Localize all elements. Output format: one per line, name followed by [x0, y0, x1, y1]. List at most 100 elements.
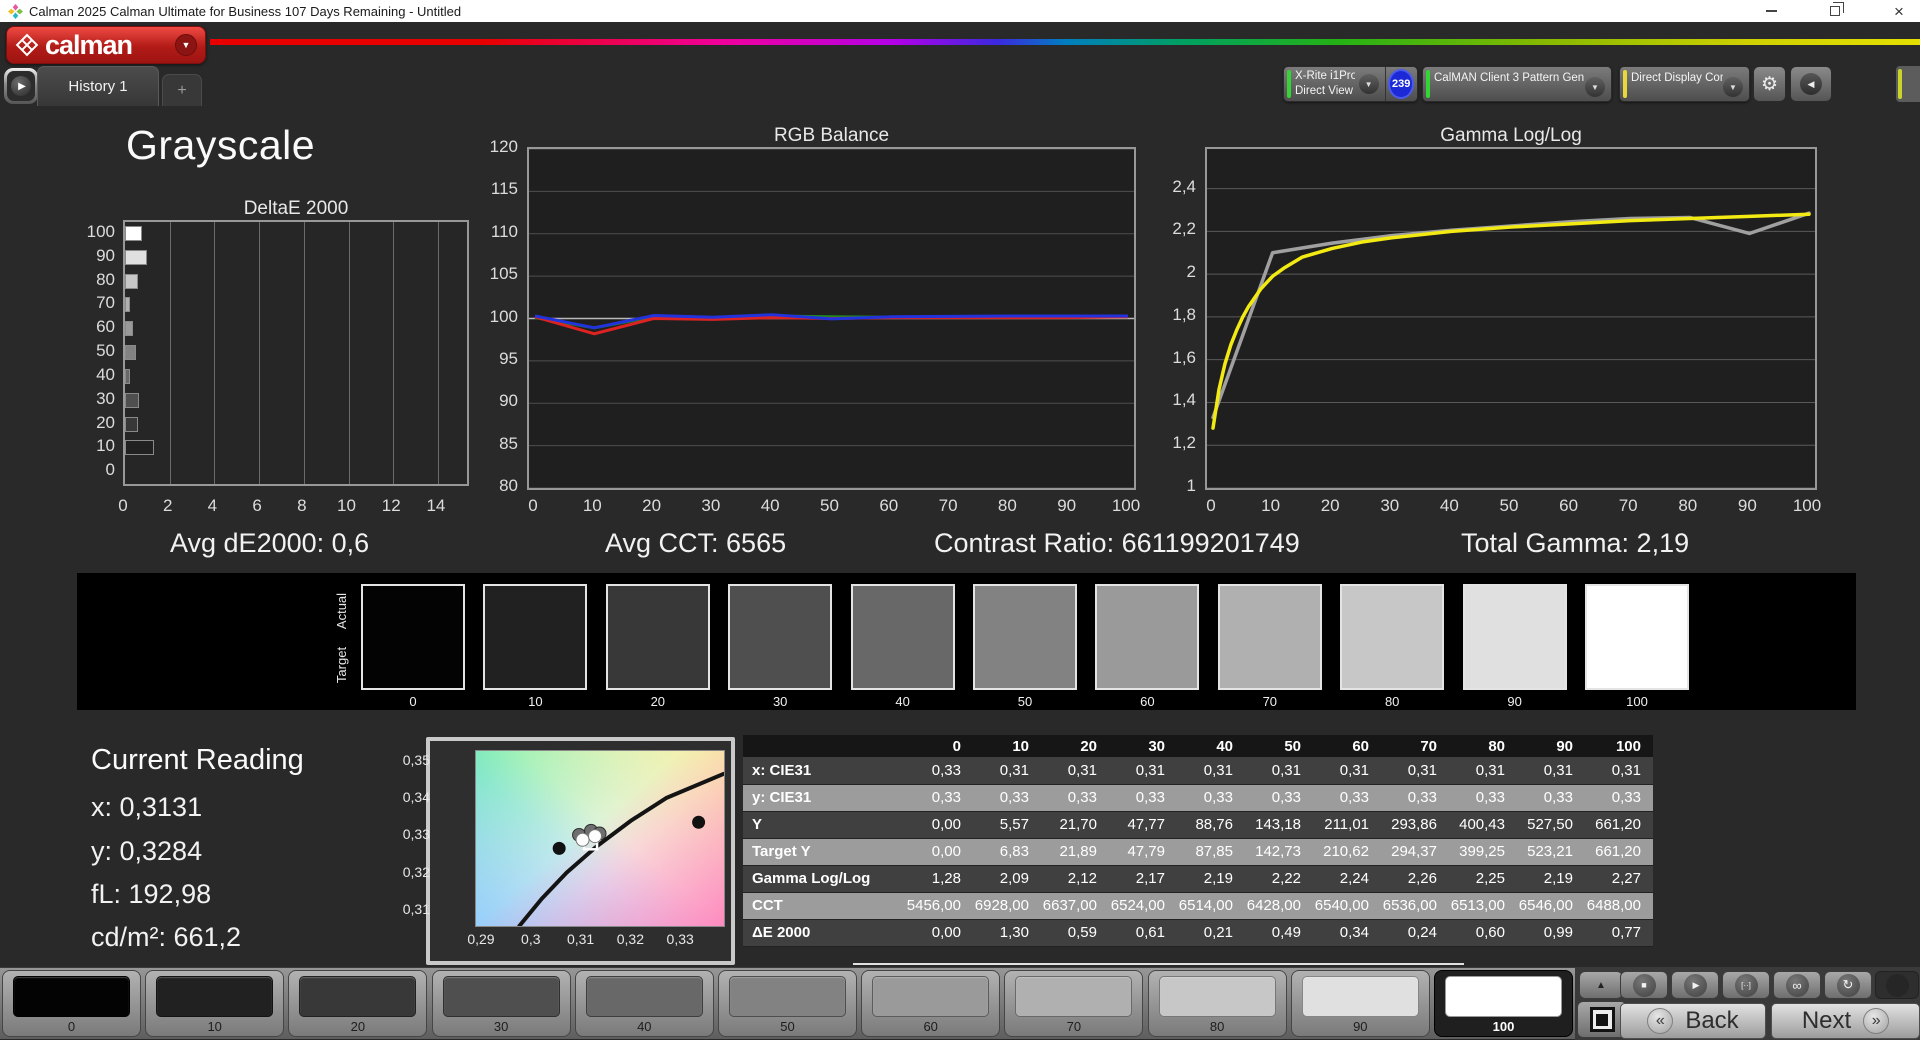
- meter-dropdown[interactable]: X-Rite i1Pro 2 Direct View ▼ 239: [1283, 66, 1418, 102]
- deltae-chart: [123, 220, 469, 486]
- pattern-level-label: 30: [493, 1019, 509, 1034]
- pattern-swatch: [299, 976, 417, 1017]
- restore-button[interactable]: [1824, 2, 1846, 20]
- add-tab-button[interactable]: +: [162, 74, 202, 106]
- calman-menu-button[interactable]: calman ▼: [6, 26, 206, 64]
- pattern-level-label: 0: [67, 1019, 76, 1034]
- pattern-swatch: [729, 976, 846, 1017]
- series-measure-button[interactable]: [··]: [1722, 971, 1770, 999]
- display-control-dropdown[interactable]: Direct Display Control ▼: [1619, 66, 1750, 102]
- strip-swatch-label: 90: [1507, 694, 1522, 709]
- pattern-level-label: 20: [350, 1019, 366, 1034]
- table-column-header: 40: [1177, 735, 1245, 757]
- measurement-table: 0 10 20 30 40 50 60 70 80 90 100 x: CIE31 0,33 0,31 0,…: [743, 735, 1653, 947]
- play-measure-button[interactable]: ▶: [1671, 971, 1719, 999]
- strip-target-label: Target: [334, 646, 349, 684]
- back-label: Back: [1685, 1007, 1739, 1034]
- pattern-level-button-0[interactable]: 0: [2, 970, 141, 1037]
- pattern-level-button-80[interactable]: 80: [1147, 970, 1287, 1037]
- table-column-header: 60: [1313, 735, 1381, 757]
- pattern-swatch: [585, 976, 703, 1017]
- minimize-button[interactable]: [1760, 2, 1782, 20]
- calman-diamond-icon: [15, 33, 39, 57]
- pattern-level-button-20[interactable]: 20: [288, 970, 428, 1037]
- pattern-swatch: [1445, 976, 1562, 1017]
- gamma-y-axis: 2,4 2,2 2 1,8 1,6 1,4 1,2 1: [1172, 176, 1196, 495]
- pattern-level-label: 100: [1492, 1019, 1515, 1034]
- cie-chart: [475, 750, 726, 928]
- pattern-level-label: 70: [1066, 1019, 1082, 1034]
- back-button[interactable]: « Back: [1620, 1003, 1766, 1039]
- table-bottom-edge: [853, 963, 1464, 965]
- strip-swatch-20: [605, 584, 710, 690]
- table-row: CCT 5456,00 6928,00 6637,00 6524,00 6514,00 64…: [743, 892, 1653, 920]
- pattern-level-button-40[interactable]: 40: [574, 970, 714, 1037]
- chevron-down-icon: ▼: [1358, 74, 1379, 94]
- chevron-left-icon: «: [1647, 1008, 1674, 1034]
- strip-swatch-label: 0: [409, 694, 417, 709]
- pattern-level-button-100[interactable]: 100: [1434, 970, 1573, 1037]
- next-button[interactable]: Next »: [1771, 1003, 1920, 1039]
- table-row: Gamma Log/Log 1,28 2,09 2,12 2,17 2,19 2,22 2,2…: [743, 865, 1653, 893]
- strip-swatch-label: 80: [1384, 694, 1400, 709]
- display-control-name: Direct Display Control: [1631, 72, 1723, 84]
- contrast-ratio-stat: Contrast Ratio: 661199201749: [934, 528, 1300, 558]
- meter-reading-badge[interactable]: 239: [1388, 69, 1414, 99]
- table-row: ΔE 2000 0,00 1,30 0,59 0,61 0,21 0,49 0,34 0,24 0…: [743, 919, 1653, 947]
- app-canvas: calman ▼ ▶ History 1 + X-Rite i1Pro 2 Di…: [0, 22, 1920, 1040]
- avg-cct-stat: Avg CCT: 6565: [605, 528, 787, 558]
- pattern-level-button-30[interactable]: 30: [431, 970, 571, 1037]
- pattern-toolbar: 0 10 20 30 40 50 60 70 80 90 100 ▲ ■ ▶ [··] ∞ ↻ « …: [0, 967, 1920, 1040]
- stop-button[interactable]: ■: [1620, 971, 1668, 999]
- reading-y: y: 0,3284: [91, 836, 203, 866]
- meter-status-accent: [1287, 70, 1291, 98]
- settings-button[interactable]: ⚙: [1753, 66, 1786, 102]
- refresh-button[interactable]: ↻: [1824, 971, 1872, 999]
- close-button[interactable]: ×: [1888, 2, 1910, 20]
- pattern-level-label: 80: [1209, 1019, 1225, 1034]
- pattern-level-button-60[interactable]: 60: [861, 970, 1001, 1037]
- meter-mode: Direct View: [1295, 85, 1353, 97]
- reading-x: x: 0,3131: [91, 792, 203, 822]
- table-column-header: 100: [1585, 735, 1653, 757]
- gamma-chart-title: Gamma Log/Log: [1440, 125, 1582, 146]
- avg-de2000-stat: Avg dE2000: 0,6: [170, 528, 370, 558]
- pattern-generator-dropdown[interactable]: CalMAN Client 3 Pattern Generator ▼: [1422, 66, 1612, 102]
- pattern-level-button-70[interactable]: 70: [1004, 970, 1144, 1037]
- stop-icon: ■: [1632, 973, 1656, 997]
- tab-history-1[interactable]: History 1: [37, 66, 159, 106]
- gamma-chart: [1205, 147, 1817, 490]
- inactive-button: [1875, 971, 1919, 999]
- strip-swatch-60: [1095, 584, 1200, 690]
- page-title: Grayscale: [126, 122, 316, 168]
- series-range-icon: [··]: [1734, 973, 1758, 997]
- continuous-measure-button[interactable]: ∞: [1773, 971, 1821, 999]
- deltae-bar-100: [125, 226, 143, 241]
- pattern-level-button-90[interactable]: 90: [1290, 970, 1430, 1037]
- strip-swatch-label: 20: [650, 694, 666, 709]
- deltae-bar-30: [125, 392, 139, 408]
- table-row: Y 0,00 5,57 21,70 47,77 88,76 143,18 211,01 293,…: [743, 811, 1653, 839]
- session-play-button[interactable]: ▶: [4, 68, 38, 104]
- pattern-swatch: [1158, 976, 1276, 1017]
- collapse-toolbar-button[interactable]: ▲: [1579, 971, 1623, 999]
- pattern-level-button-50[interactable]: 50: [718, 970, 857, 1037]
- rgb-balance-chart-title: RGB Balance: [773, 125, 890, 146]
- strip-swatch-label: 10: [528, 694, 543, 709]
- grayscale-swatch-strip: Actual Target 0 10 20 30 40 50 60 70 80 90 100: [77, 573, 1856, 710]
- deltae-chart-title: DeltaE 2000: [243, 198, 349, 219]
- table-column-header: 20: [1041, 735, 1109, 757]
- workflow-back-button[interactable]: ◀: [1790, 66, 1832, 102]
- strip-swatch-30: [728, 584, 833, 690]
- deltae-y-axis: 100 90 80 70 60 50 40 30 20 10 0: [86, 222, 115, 480]
- strip-swatch-90: [1462, 584, 1567, 690]
- strip-swatch-10: [483, 584, 588, 690]
- pattern-swatch: [1015, 976, 1133, 1017]
- table-row: Target Y 0,00 6,83 21,89 47,79 87,85 142,73 210…: [743, 838, 1653, 866]
- table-row: x: CIE31 0,33 0,31 0,31 0,31 0,31 0,31 0,31 0,31…: [743, 757, 1653, 785]
- arrow-left-icon: ◀: [1800, 73, 1822, 95]
- pattern-level-label: 40: [637, 1019, 652, 1034]
- deltae-bar-10: [125, 440, 155, 456]
- strip-swatch-70: [1217, 584, 1322, 690]
- pattern-level-button-10[interactable]: 10: [145, 970, 285, 1037]
